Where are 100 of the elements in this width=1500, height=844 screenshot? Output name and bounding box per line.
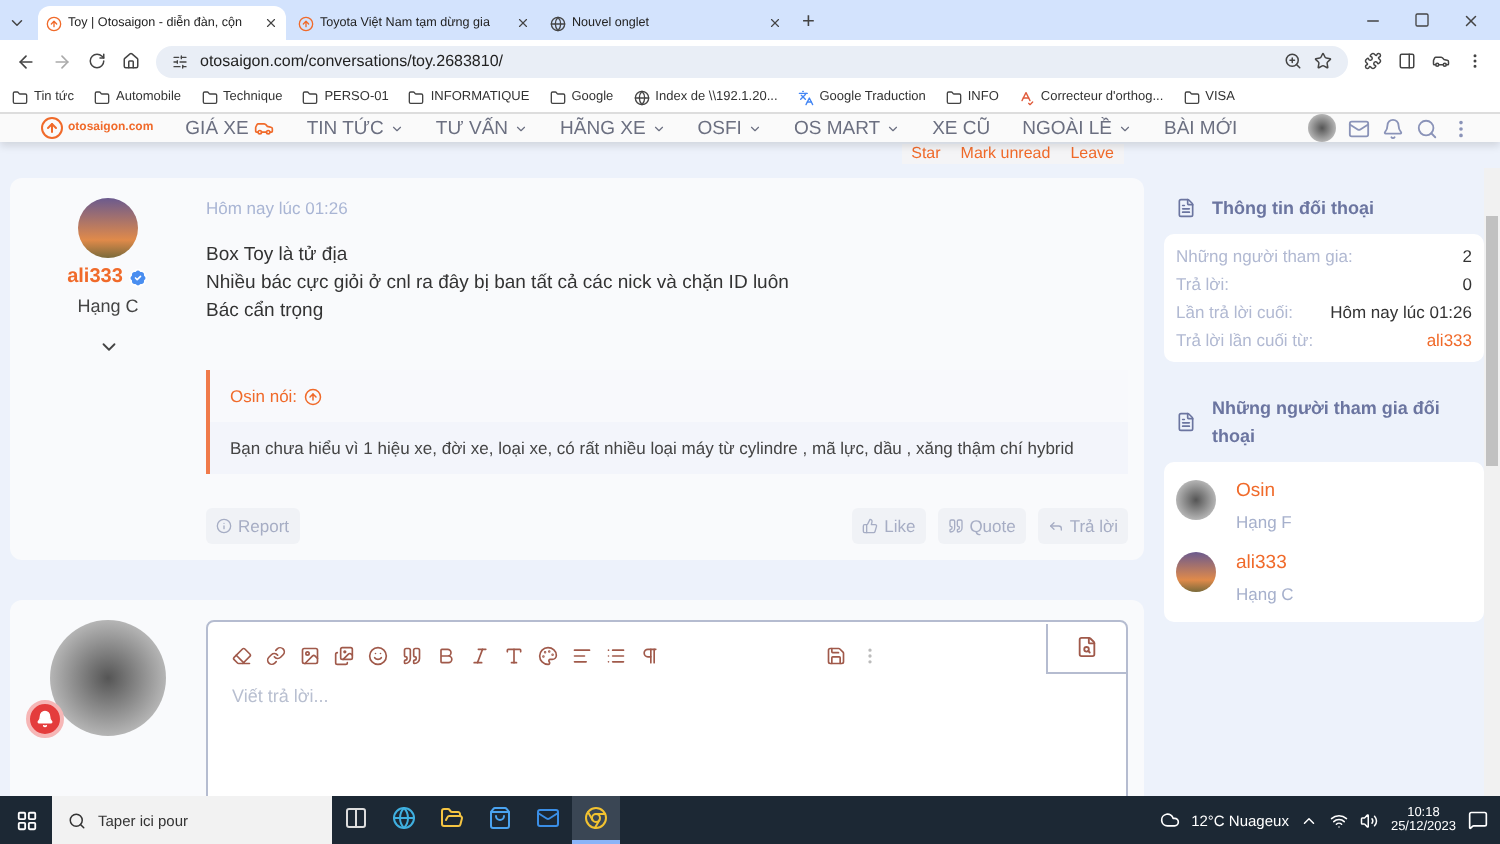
user-rank: Hạng C [77, 296, 139, 316]
toolbar-icon[interactable] [368, 645, 388, 665]
quote-text: Bạn chưa hiểu vì 1 hiệu xe, đời xe, loại xe, có rất nhiều loại máy từ cylindre , mã lực, dầu , xăng thậm chí hybrid [228, 436, 1076, 462]
back-icon[interactable] [16, 51, 36, 71]
logo-icon[interactable] [40, 116, 64, 140]
message-text: Bác cẩn trọng [206, 298, 326, 326]
close-icon[interactable] [768, 16, 782, 30]
close-icon[interactable] [264, 16, 278, 30]
nav-link[interactable]: GIÁ XE [185, 117, 275, 139]
toolbar-icon[interactable] [436, 645, 456, 665]
toolbar-icon[interactable] [300, 645, 320, 665]
taskbar-app-button[interactable] [572, 796, 620, 844]
extensions-icon[interactable] [1364, 52, 1382, 70]
thumbs-up-icon [862, 518, 879, 534]
app-icon [584, 806, 608, 830]
zoom-icon[interactable] [1284, 52, 1302, 70]
username-link[interactable]: ali333 [1426, 330, 1472, 350]
toolbar-icon[interactable] [402, 645, 422, 665]
cloud-icon[interactable] [1159, 810, 1180, 830]
conversation-action-link[interactable]: Star [901, 144, 951, 164]
reply-editor[interactable]: Viết trả lời... [206, 620, 1128, 796]
nav-link[interactable]: OS MART [793, 117, 901, 139]
folder-icon [12, 89, 28, 105]
folder-icon [302, 89, 319, 105]
bell-icon[interactable] [1382, 117, 1404, 139]
arrow-up-circle-icon[interactable] [303, 387, 322, 405]
bell-icon [36, 710, 54, 728]
notifications-icon[interactable] [1468, 810, 1488, 830]
new-tab-button[interactable]: + [802, 10, 815, 34]
toolbar-icon[interactable] [606, 645, 626, 665]
info-value: 0 [1462, 274, 1472, 294]
info-label: Trả lời lần cuối từ: [1176, 330, 1314, 350]
user-rank: Hạng F [1236, 512, 1292, 532]
notification-bell-button[interactable] [26, 700, 64, 738]
scrollbar[interactable] [1484, 168, 1500, 796]
sidebar-heading: Thông tin đối thoại [1212, 196, 1374, 222]
app-icon [488, 806, 512, 830]
nav-link[interactable]: HÃNG XE [560, 117, 666, 139]
nav-link[interactable]: OSFI [697, 117, 762, 139]
toolbar-icon[interactable] [538, 645, 558, 665]
folder-icon [201, 89, 218, 105]
conversation-action-link[interactable]: Leave [1060, 144, 1124, 164]
wifi-icon[interactable] [1330, 811, 1349, 829]
document-icon [1176, 198, 1196, 218]
nav-link[interactable]: BÀI MỚI [1163, 117, 1238, 139]
folder-icon [1183, 89, 1200, 105]
preview-button[interactable] [1046, 623, 1126, 673]
address-bar[interactable]: otosaigon.com/conversations/toy.2683810/ [156, 45, 1348, 77]
close-icon[interactable] [516, 16, 530, 30]
globe-icon [633, 89, 650, 105]
tab-list-icon[interactable] [8, 14, 26, 32]
nav-link[interactable]: NGOÀI LỀ [1022, 117, 1132, 139]
translate-icon [797, 89, 814, 105]
app-icon [344, 806, 368, 830]
folder-icon [945, 89, 962, 105]
info-value: Hôm nay lúc 01:26 [1330, 302, 1472, 322]
close-icon[interactable] [1462, 12, 1480, 30]
globe-icon [550, 15, 566, 31]
app-icon [440, 806, 464, 830]
nav-link[interactable]: XE CŨ [932, 117, 991, 139]
toolbar-icon[interactable] [572, 645, 592, 665]
side-panel-icon[interactable] [1398, 52, 1416, 70]
sidebar-heading: Những người tham gia đối thoại [1212, 396, 1442, 450]
info-label: Những người tham gia: [1176, 246, 1353, 266]
toolbar-icon[interactable] [504, 645, 524, 665]
toolbar-icon[interactable] [334, 645, 354, 665]
nav-link[interactable]: TƯ VẤN [435, 117, 529, 139]
reload-icon[interactable] [88, 52, 106, 70]
nav-link[interactable]: TIN TỨC [306, 117, 404, 139]
site-settings-icon[interactable] [172, 53, 188, 69]
username[interactable]: Osin [1236, 480, 1292, 502]
save-icon[interactable] [826, 645, 846, 665]
search-icon [68, 811, 86, 829]
message-text: Box Toy là tử địa [206, 242, 350, 270]
toolbar-icon[interactable] [640, 645, 660, 665]
folder-icon [94, 89, 111, 105]
avatar[interactable] [1176, 480, 1216, 520]
username[interactable]: ali333 [1236, 552, 1294, 574]
quote-icon [947, 518, 964, 534]
username[interactable]: ali333 [67, 266, 149, 288]
toolbar-icon[interactable] [232, 645, 252, 665]
info-icon [216, 518, 232, 534]
toolbar-icon[interactable] [470, 645, 490, 665]
reply-input[interactable]: Viết trả lời... [208, 674, 1126, 796]
toolbar-icon[interactable] [266, 645, 286, 665]
volume-icon[interactable] [1360, 811, 1379, 829]
app-icon [536, 806, 560, 830]
spellcheck-icon [1018, 89, 1035, 105]
message-text: Nhiều bác cực giỏi ở cnl ra đây bị ban tất cả các nick và chặn ID luôn [206, 270, 791, 298]
avatar[interactable] [78, 198, 138, 258]
star-icon[interactable] [1314, 52, 1332, 70]
avatar[interactable] [1176, 552, 1216, 592]
mail-icon[interactable] [1348, 117, 1370, 139]
search-icon[interactable] [1416, 117, 1438, 139]
conversation-action-link[interactable]: Mark unread [950, 144, 1061, 164]
restore-icon[interactable] [1414, 12, 1430, 30]
quote-author[interactable]: Osin nói: [230, 386, 298, 406]
user-avatar[interactable] [1308, 114, 1336, 142]
home-icon[interactable] [122, 52, 140, 70]
app-icon [392, 806, 416, 830]
